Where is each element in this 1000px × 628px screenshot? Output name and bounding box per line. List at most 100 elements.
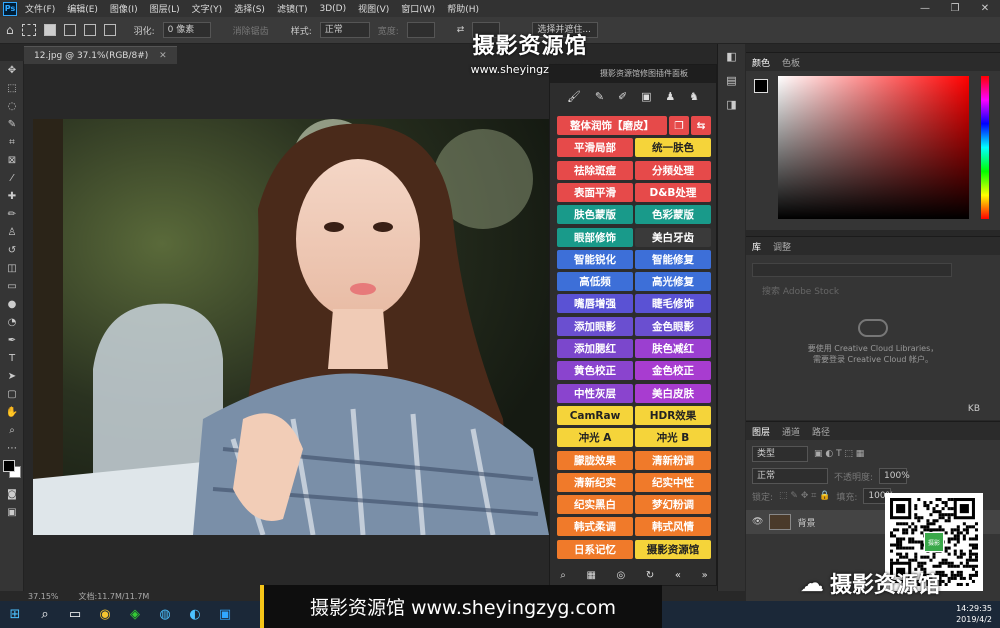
plugin-button-11-right[interactable]: 金色校正 [635,361,711,380]
new-selection-icon[interactable] [43,24,56,36]
chrome-icon[interactable]: ◉ [90,601,120,628]
plugin-button-8-right[interactable]: 睫毛修饰 [635,294,711,313]
search-icon[interactable]: ⌕ [560,570,566,581]
plugin-button-18-right[interactable]: 韩式风情 [635,517,711,536]
plugin-button-1-right[interactable]: 统一肤色 [635,138,711,157]
brush-icon[interactable]: 🖌 [567,90,581,103]
prev-page-icon[interactable]: « [675,570,681,581]
history-panel-icon[interactable]: ◧ [718,44,745,68]
target-icon[interactable]: ◎ [617,570,626,581]
lock-icons[interactable]: ⬚ ✎ ✥ ⌗ 🔒 [779,491,830,501]
browser-icon[interactable]: ◍ [150,601,180,628]
person-add-icon[interactable]: ♞ [689,90,699,103]
dodge-tool-icon[interactable]: ◔ [0,313,24,331]
screen-mode-icon[interactable]: ▣ [0,503,24,521]
document-tab[interactable]: 12.jpg @ 37.1%(RGB/8#) ✕ [24,46,177,64]
menu-window[interactable]: 窗口(W) [401,2,435,15]
gradient-tool-icon[interactable]: ▭ [0,277,24,295]
app-green-icon[interactable]: ◈ [120,601,150,628]
tab-layers[interactable]: 图层 [752,425,770,438]
plugin-button-3-left[interactable]: 表面平滑 [557,183,633,202]
plugin-button-5-right[interactable]: 美白牙齿 [635,228,711,247]
copy-icon[interactable]: ❐ [669,116,689,135]
minimize-button[interactable]: — [910,0,940,17]
plugin-button-7-left[interactable]: 高低频 [557,272,633,291]
antialias-checkbox[interactable]: 消除锯齿 [233,24,269,37]
marquee-tool-icon[interactable]: ⬚ [0,79,24,97]
layer-name[interactable]: 背景 [797,516,815,529]
subtract-selection-icon[interactable] [83,24,96,36]
type-tool-icon[interactable]: T [0,349,24,367]
properties-panel-icon[interactable]: ▤ [718,68,745,92]
menu-help[interactable]: 帮助(H) [447,2,479,15]
plugin-button-6-left[interactable]: 智能锐化 [557,250,633,269]
explorer-icon[interactable]: ◐ [180,601,210,628]
plugin-button-11-left[interactable]: 黄色校正 [557,361,633,380]
plugin-button-2-left[interactable]: 祛除斑痘 [557,161,633,180]
stock-search-input[interactable]: 搜索 Adobe Stock [752,285,994,299]
plugin-button-18-left[interactable]: 韩式柔调 [557,517,633,536]
plugin-button-16-right[interactable]: 纪实中性 [635,473,711,492]
plugin-button-16-left[interactable]: 清新纪实 [557,473,633,492]
plugin-button-4-right[interactable]: 色彩蒙版 [635,205,711,224]
menu-image[interactable]: 图像(I) [110,2,138,15]
next-page-icon[interactable]: » [702,570,708,581]
plugin-button-10-right[interactable]: 肤色减红 [635,339,711,358]
pencil-icon[interactable]: ✐ [618,90,627,103]
photo-canvas[interactable] [33,119,549,535]
plugin-button-7-right[interactable]: 高光修复 [635,272,711,291]
library-select[interactable] [752,263,952,277]
opacity-input[interactable]: 100% [879,468,910,484]
crop-tool-icon[interactable]: ⌗ [0,133,24,151]
menu-3d[interactable]: 3D(D) [319,4,346,14]
grid-icon[interactable]: ▦ [587,570,596,581]
filter-icons[interactable]: ▣ ◐ T ⬚ ▦ [814,449,864,459]
color-picker-field[interactable] [778,76,969,219]
tab-channels[interactable]: 通道 [782,425,800,438]
menu-type[interactable]: 文字(Y) [192,2,223,15]
plugin-button-3-right[interactable]: D&B处理 [635,183,711,202]
healing-tool-icon[interactable]: ✚ [0,187,24,205]
menu-file[interactable]: 文件(F) [25,2,55,15]
plugin-button-2-right[interactable]: 分频处理 [635,161,711,180]
maximize-button[interactable]: ❐ [940,0,970,17]
plugin-button-17-right[interactable]: 梦幻粉调 [635,495,711,514]
more-tools-icon[interactable]: ⋯ [0,439,24,457]
tab-adjustments[interactable]: 调整 [773,240,791,253]
width-input[interactable] [406,22,435,38]
plugin-button-9-left[interactable]: 添加眼影 [557,317,633,336]
rectangle-tool-icon[interactable]: ▢ [0,385,24,403]
tab-paths[interactable]: 路径 [812,425,830,438]
search-icon[interactable]: ⌕ [30,601,60,628]
adjust-panel-icon[interactable]: ◨ [718,92,745,116]
menu-select[interactable]: 选择(S) [234,2,265,15]
quick-mask-icon[interactable]: ◙ [0,485,24,503]
plugin-button-13-right[interactable]: HDR效果 [635,406,711,425]
person-icon[interactable]: ♟ [665,90,675,103]
plugin-button-12-right[interactable]: 美白皮肤 [635,384,711,403]
photoshop-taskbar-icon[interactable]: ▣ [210,601,240,628]
plugin-button-13-left[interactable]: CamRaw [557,406,633,425]
plugin-button-9-right[interactable]: 金色眼影 [635,317,711,336]
eye-icon[interactable]: 👁 [752,517,763,527]
plugin-button-15-right[interactable]: 清新粉调 [635,451,711,470]
menu-edit[interactable]: 编辑(E) [67,2,98,15]
task-view-icon[interactable]: ▭ [60,601,90,628]
blur-tool-icon[interactable]: ● [0,295,24,313]
close-window-button[interactable]: ✕ [970,0,1000,17]
plugin-button-5-left[interactable]: 眼部修饰 [557,228,633,247]
hand-tool-icon[interactable]: ✋ [0,403,24,421]
plugin-button-15-left[interactable]: 朦胧效果 [557,451,633,470]
frame-tool-icon[interactable]: ⊠ [0,151,24,169]
add-selection-icon[interactable] [63,24,76,36]
plugin-button-19-left[interactable]: 日系记忆 [557,540,633,559]
windows-start-icon[interactable]: ⊞ [0,601,30,628]
move-tool-icon[interactable]: ✥ [0,61,24,79]
plugin-button-10-left[interactable]: 添加腮红 [557,339,633,358]
plugin-button-0-left[interactable]: 整体润饰【磨皮】 [557,116,667,135]
plugin-button-4-left[interactable]: 肤色蒙版 [557,205,633,224]
plugin-button-19-right[interactable]: 摄影资源馆 [635,540,711,559]
plugin-button-14-right[interactable]: 冲光 B [635,428,711,447]
foreground-color-swatch[interactable] [0,457,24,485]
hue-slider[interactable] [981,76,989,219]
